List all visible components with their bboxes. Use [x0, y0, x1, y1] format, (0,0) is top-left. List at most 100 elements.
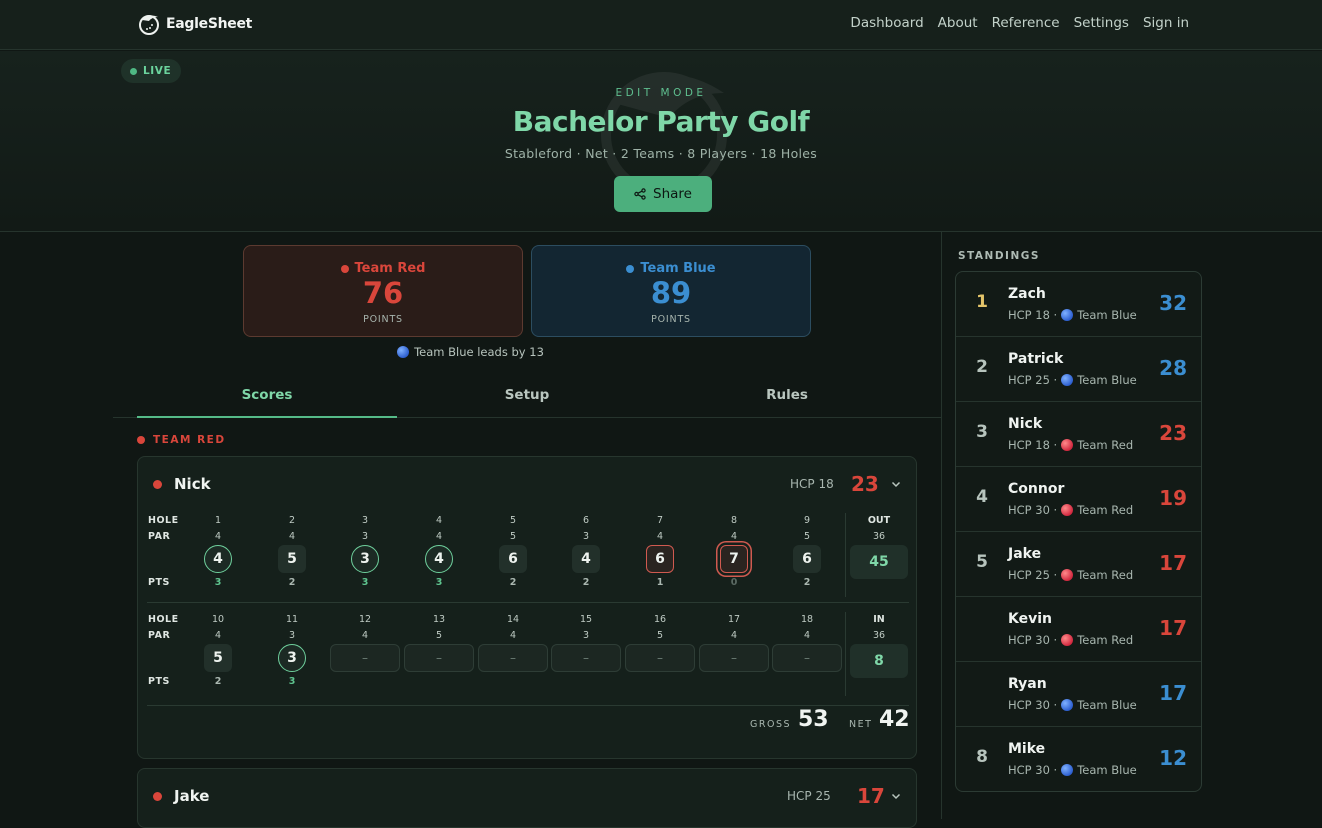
- standings-rank: 5: [976, 552, 988, 572]
- hole-score-input[interactable]: –: [625, 644, 695, 672]
- hole-par: 3: [288, 630, 296, 641]
- standings-team: Team Red: [1077, 438, 1134, 452]
- player2-team-dot-icon: [153, 792, 162, 801]
- chevron-down-icon[interactable]: [890, 478, 902, 490]
- net-value: 42: [879, 707, 910, 732]
- standings-handicap: HCP 25 ·: [1008, 373, 1058, 387]
- tab-setup[interactable]: Setup: [397, 374, 657, 418]
- standings-points: 23: [1159, 421, 1187, 445]
- standings-row[interactable]: Kevin HCP 30 · Team Red 17: [956, 597, 1201, 662]
- hole-number: 3: [361, 515, 369, 526]
- team-ball-icon: [1061, 504, 1074, 516]
- hole-score-input[interactable]: –: [478, 644, 548, 672]
- hole-points: 3: [361, 577, 369, 588]
- standings-team: Team Blue: [1077, 373, 1137, 387]
- standings-row[interactable]: 2 Patrick HCP 25 · Team Blue 28: [956, 337, 1201, 402]
- player-scorecard-collapsed[interactable]: Jake HCP 25 17: [137, 768, 917, 828]
- team-section-heading: TEAM RED: [137, 434, 226, 446]
- hole-number: 4: [435, 515, 443, 526]
- hole-par: 5: [803, 531, 811, 542]
- team-blue-points: 89: [650, 276, 692, 310]
- chevron-down-icon[interactable]: [890, 790, 902, 802]
- standings-handicap: HCP 18 ·: [1008, 438, 1058, 452]
- standings-row[interactable]: 3 Nick HCP 18 · Team Red 23: [956, 402, 1201, 467]
- hole-score-input[interactable]: 5: [204, 644, 232, 672]
- hole-score-input[interactable]: 4: [425, 545, 453, 573]
- live-indicator-icon: [130, 67, 137, 75]
- player2-name: Jake: [174, 787, 210, 805]
- standings-handicap: HCP 30 ·: [1008, 763, 1058, 777]
- hole-number: 8: [730, 515, 738, 526]
- standings-player-meta: HCP 18 · Team Red: [1008, 438, 1133, 452]
- hole-score-input[interactable]: 6: [793, 545, 821, 573]
- hole-score-input[interactable]: 7: [720, 545, 748, 573]
- team-ball-icon: [1061, 699, 1074, 711]
- hole-number: 17: [727, 614, 741, 625]
- standings-player-name: Jake: [1008, 546, 1042, 562]
- tournament-subtitle: Stableford · Net · 2 Teams · 8 Players ·…: [504, 146, 818, 161]
- hole-par: 4: [435, 531, 443, 542]
- standings-player-meta: HCP 18 · Team Blue: [1008, 308, 1137, 322]
- nav-link-sign-in[interactable]: Sign in: [1143, 15, 1189, 31]
- standings-row[interactable]: 8 Mike HCP 30 · Team Blue 12: [956, 727, 1201, 791]
- player-name: Nick: [174, 475, 211, 493]
- brand-name: EagleSheet: [166, 16, 253, 32]
- out-total: OUT 36 45: [850, 513, 908, 579]
- nav-link-about[interactable]: About: [938, 15, 978, 31]
- team-ball-icon: [1061, 309, 1074, 321]
- standings-row[interactable]: 5 Jake HCP 25 · Team Red 17: [956, 532, 1201, 597]
- tab-bar: Scores Setup Rules: [113, 374, 941, 418]
- team-card-red[interactable]: Team Red 76 POINTS: [243, 245, 523, 337]
- nav-link-reference[interactable]: Reference: [992, 15, 1060, 31]
- in-par: 36: [872, 630, 886, 641]
- gross-label: GROSS: [750, 719, 792, 730]
- hole-score-input[interactable]: 3: [351, 545, 379, 573]
- hole-par: 5: [509, 531, 517, 542]
- hole-score-input[interactable]: 4: [572, 545, 600, 573]
- out-divider: [845, 513, 846, 597]
- hole-score-input[interactable]: 3: [278, 644, 306, 672]
- hole-score-input[interactable]: 5: [278, 545, 306, 573]
- tournament-header: LIVE EDIT MODE Bachelor Party Golf Stabl…: [0, 51, 1322, 232]
- tab-scores[interactable]: Scores: [137, 374, 397, 418]
- hole-score-input[interactable]: –: [330, 644, 400, 672]
- in-total: IN 36 8: [850, 612, 908, 678]
- standings-points: 17: [1159, 616, 1187, 640]
- hole-number: 18: [800, 614, 814, 625]
- standings-row[interactable]: Ryan HCP 30 · Team Blue 17: [956, 662, 1201, 727]
- standings-rank: 4: [976, 487, 988, 507]
- tab-rules[interactable]: Rules: [657, 374, 917, 418]
- hole-score-input[interactable]: –: [551, 644, 621, 672]
- hole-score-input[interactable]: –: [772, 644, 842, 672]
- share-button[interactable]: Share: [614, 176, 712, 212]
- standings-points: 19: [1159, 486, 1187, 510]
- team-card-blue[interactable]: Team Blue 89 POINTS: [531, 245, 811, 337]
- hole-score-input[interactable]: –: [404, 644, 474, 672]
- standings-row[interactable]: 1 Zach HCP 18 · Team Blue 32: [956, 272, 1201, 337]
- standings-team: Team Red: [1077, 503, 1134, 517]
- standings-player-meta: HCP 25 · Team Blue: [1008, 373, 1137, 387]
- standings-player-name: Patrick: [1008, 351, 1064, 367]
- hole-column: 14 4 –: [478, 612, 548, 688]
- standings-row[interactable]: 4 Connor HCP 30 · Team Red 19: [956, 467, 1201, 532]
- hole-column: 3 3 3 3: [330, 513, 400, 589]
- nav-link-settings[interactable]: Settings: [1074, 15, 1129, 31]
- hole-points: 3: [214, 577, 222, 588]
- hole-score-input[interactable]: 6: [646, 545, 674, 573]
- standings-player-meta: HCP 30 · Team Red: [1008, 633, 1133, 647]
- team-section-label: TEAM RED: [153, 434, 226, 446]
- hole-score-input[interactable]: –: [699, 644, 769, 672]
- hole-column: 16 5 –: [625, 612, 695, 688]
- standings-player-meta: HCP 30 · Team Blue: [1008, 763, 1137, 777]
- hole-points: 2: [582, 577, 590, 588]
- nav-link-dashboard[interactable]: Dashboard: [850, 15, 923, 31]
- hole-score-input[interactable]: 6: [499, 545, 527, 573]
- hole-points: [551, 672, 621, 688]
- hole-column: 8 4 7 0: [699, 513, 769, 589]
- hole-score-input[interactable]: 4: [204, 545, 232, 573]
- tournament-title: Bachelor Party Golf: [512, 105, 810, 138]
- hole-number: 5: [509, 515, 517, 526]
- brand-logo[interactable]: EagleSheet: [136, 11, 252, 37]
- hole-column: 6 3 4 2: [551, 513, 621, 589]
- standings-team: Team Red: [1077, 568, 1134, 582]
